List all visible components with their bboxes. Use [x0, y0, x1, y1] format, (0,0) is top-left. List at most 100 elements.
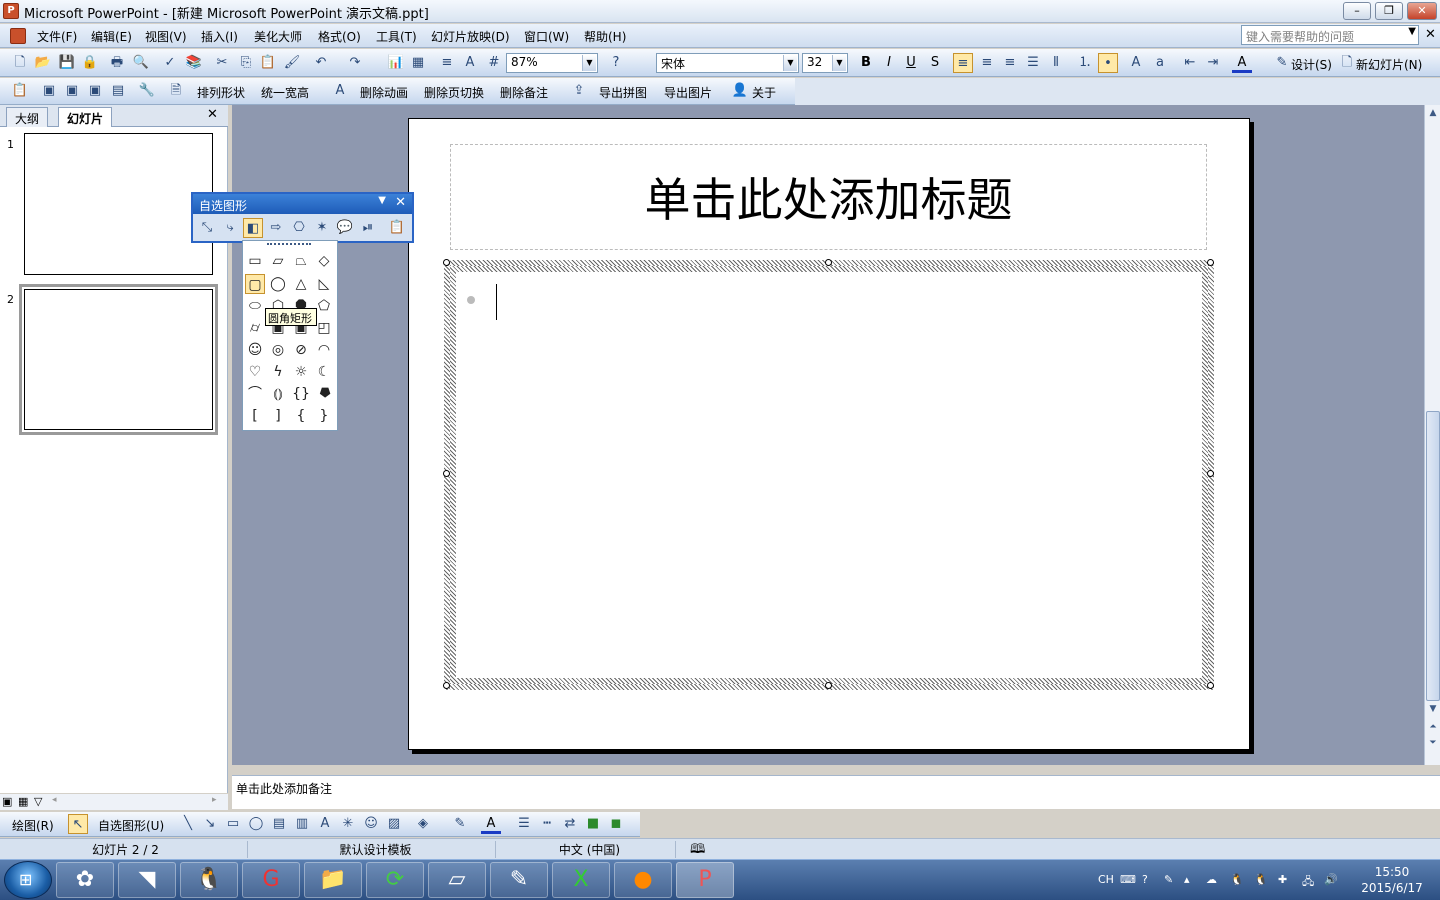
right-triangle-shape-icon[interactable]: ◺ [314, 274, 334, 294]
oval-shape-icon[interactable]: ⬭ [245, 296, 265, 316]
callouts-category-icon[interactable]: 💬 [335, 218, 355, 238]
chevron-down-icon[interactable]: ▼ [1408, 26, 1416, 37]
shadow-icon[interactable]: S [925, 53, 945, 73]
right-brace-shape-icon[interactable]: } [314, 406, 334, 426]
resize-handle[interactable] [443, 682, 450, 689]
pen-icon[interactable]: ✎ [1164, 873, 1173, 886]
font-color-icon[interactable]: A [1232, 53, 1252, 73]
taskbar-app-red[interactable]: G [242, 862, 300, 898]
double-brace-shape-icon[interactable]: {} [291, 384, 311, 404]
resize-handle[interactable] [825, 259, 832, 266]
taskbar-app-qq[interactable]: 🐧 [180, 862, 238, 898]
picture-icon[interactable]: ▣ [85, 81, 105, 101]
start-button[interactable]: ⊞ [4, 861, 52, 899]
arc-shape-icon[interactable]: ⌒ [245, 384, 265, 404]
lightning-shape-icon[interactable]: ϟ [268, 362, 288, 382]
select-objects-icon[interactable]: ↖ [68, 814, 88, 834]
taskbar-app-excel[interactable]: X [552, 862, 610, 898]
export-image-menu[interactable]: 导出图片 [664, 84, 712, 101]
vertical-scrollbar[interactable]: ▲ ▼ ⏶ ⏷ [1424, 105, 1440, 765]
pentagon-shape-icon[interactable]: ⬠ [314, 296, 334, 316]
font-size-select[interactable]: 32 ▼ [802, 53, 848, 73]
redo-icon[interactable]: ↷ [345, 53, 365, 73]
qq-tray-icon-2[interactable]: 🐧 [1254, 873, 1268, 886]
triangle-shape-icon[interactable]: △ [291, 274, 311, 294]
tab-outline[interactable]: 大纲 [6, 107, 49, 127]
delete-transition-menu[interactable]: 删除页切换 [424, 84, 484, 101]
cut-icon[interactable]: ✂ [212, 53, 232, 73]
chevron-down-icon[interactable]: ▼ [783, 55, 797, 71]
line-color-icon[interactable]: ✎ [450, 814, 470, 834]
help-icon[interactable]: ? [606, 53, 626, 73]
block-arc-shape-icon[interactable]: ◠ [314, 340, 334, 360]
paste-icon[interactable]: 📋 [258, 53, 278, 73]
resize-handle[interactable] [1207, 682, 1214, 689]
help-search-input[interactable]: 键入需要帮助的问题 ▼ [1241, 25, 1419, 45]
folded-corner-shape-icon[interactable]: ◰ [314, 318, 334, 338]
diagram-icon[interactable]: ✳ [338, 814, 358, 834]
show-hidden-icon[interactable]: ▴ [1184, 873, 1190, 886]
resize-handle[interactable] [1207, 470, 1214, 477]
expand-all-icon[interactable]: ≡ [437, 53, 457, 73]
scroll-up-icon[interactable]: ▲ [1425, 105, 1440, 121]
can-shape-icon[interactable]: ⌭ [245, 318, 265, 338]
line-style-icon[interactable]: ☰ [514, 814, 534, 834]
close-icon[interactable]: ✕ [395, 195, 406, 210]
resize-handle[interactable] [1207, 259, 1214, 266]
wordart-icon[interactable]: A [315, 814, 335, 834]
spelling-icon[interactable]: ✓ [160, 53, 180, 73]
left-bracket-shape-icon[interactable]: [ [245, 406, 265, 426]
close-button[interactable]: ✕ [1407, 2, 1437, 20]
drawing-font-color-icon[interactable]: A [481, 814, 501, 834]
increase-font-icon[interactable]: A [1126, 53, 1146, 73]
system-clock[interactable]: 15:50 2015/6/17 [1352, 864, 1432, 896]
show-formatting-icon[interactable]: A [460, 53, 480, 73]
slide-thumbnail-1[interactable] [24, 133, 213, 275]
keyboard-icon[interactable]: ⌨ [1120, 873, 1136, 886]
delete-notes-menu[interactable]: 删除备注 [500, 84, 548, 101]
vertical-textbox-icon[interactable]: ▥ [292, 814, 312, 834]
italic-icon[interactable]: I [879, 53, 899, 73]
arrow-style-icon[interactable]: ⇄ [560, 814, 580, 834]
design-icon[interactable]: ✎ [1272, 53, 1292, 73]
rounded-rectangle-shape-icon[interactable]: ▢ [245, 274, 265, 294]
new-slide-icon[interactable]: 🗋 [1337, 53, 1357, 73]
design-button[interactable]: 设计(S) [1291, 56, 1332, 73]
flyout-drag-handle[interactable] [267, 243, 311, 246]
underline-icon[interactable]: U [901, 53, 921, 73]
uniform-size-menu[interactable]: 统一宽高 [261, 84, 309, 101]
scroll-left-icon[interactable]: ◂ [52, 795, 57, 805]
decrease-font-icon[interactable]: a [1150, 53, 1170, 73]
image-icon[interactable]: ▣ [62, 81, 82, 101]
3d-style-icon[interactable]: ◼ [606, 814, 626, 834]
chevron-down-icon[interactable]: ▼ [832, 55, 846, 71]
open-icon[interactable]: 📂 [33, 53, 53, 73]
arrange-shapes-menu[interactable]: 排列形状 [197, 84, 245, 101]
weather-icon[interactable]: ☁ [1206, 873, 1217, 886]
dash-style-icon[interactable]: ┅ [537, 814, 557, 834]
print-preview-icon[interactable]: 🔍 [131, 53, 151, 73]
donut-shape-icon[interactable]: ◎ [268, 340, 288, 360]
fill-color-icon[interactable]: ◈ [413, 814, 433, 834]
increase-indent-icon[interactable]: ⇥ [1203, 53, 1223, 73]
textbox-icon[interactable]: ▤ [269, 814, 289, 834]
export-puzzle-menu[interactable]: 导出拼图 [599, 84, 647, 101]
left-brace-shape-icon[interactable]: { [291, 406, 311, 426]
body-placeholder[interactable] [444, 260, 1214, 690]
rectangle-shape-icon[interactable]: ▭ [245, 251, 265, 271]
scroll-thumb[interactable] [1426, 411, 1440, 701]
flowchart-category-icon[interactable]: ⎔ [289, 218, 309, 238]
more-shapes-icon[interactable]: 📋 [387, 218, 407, 238]
normal-view-icon[interactable]: ▣ [2, 795, 12, 808]
trapezoid-shape-icon[interactable]: ⏢ [291, 251, 311, 271]
paste-special-icon[interactable]: 📋 [10, 81, 30, 101]
draw-menu[interactable]: 绘图(R) [12, 817, 54, 834]
action-buttons-category-icon[interactable]: ⏯ [358, 218, 378, 238]
resize-handle[interactable] [443, 470, 450, 477]
decrease-indent-icon[interactable]: ⇤ [1180, 53, 1200, 73]
clipart-icon[interactable]: ☺ [361, 814, 381, 834]
save-icon[interactable]: 💾 [57, 53, 77, 73]
menu-tools[interactable]: 工具(T) [376, 28, 417, 45]
document-icon[interactable] [10, 28, 26, 44]
autoshapes-toolbar-header[interactable]: 自选图形 ▼ ✕ [193, 194, 412, 214]
